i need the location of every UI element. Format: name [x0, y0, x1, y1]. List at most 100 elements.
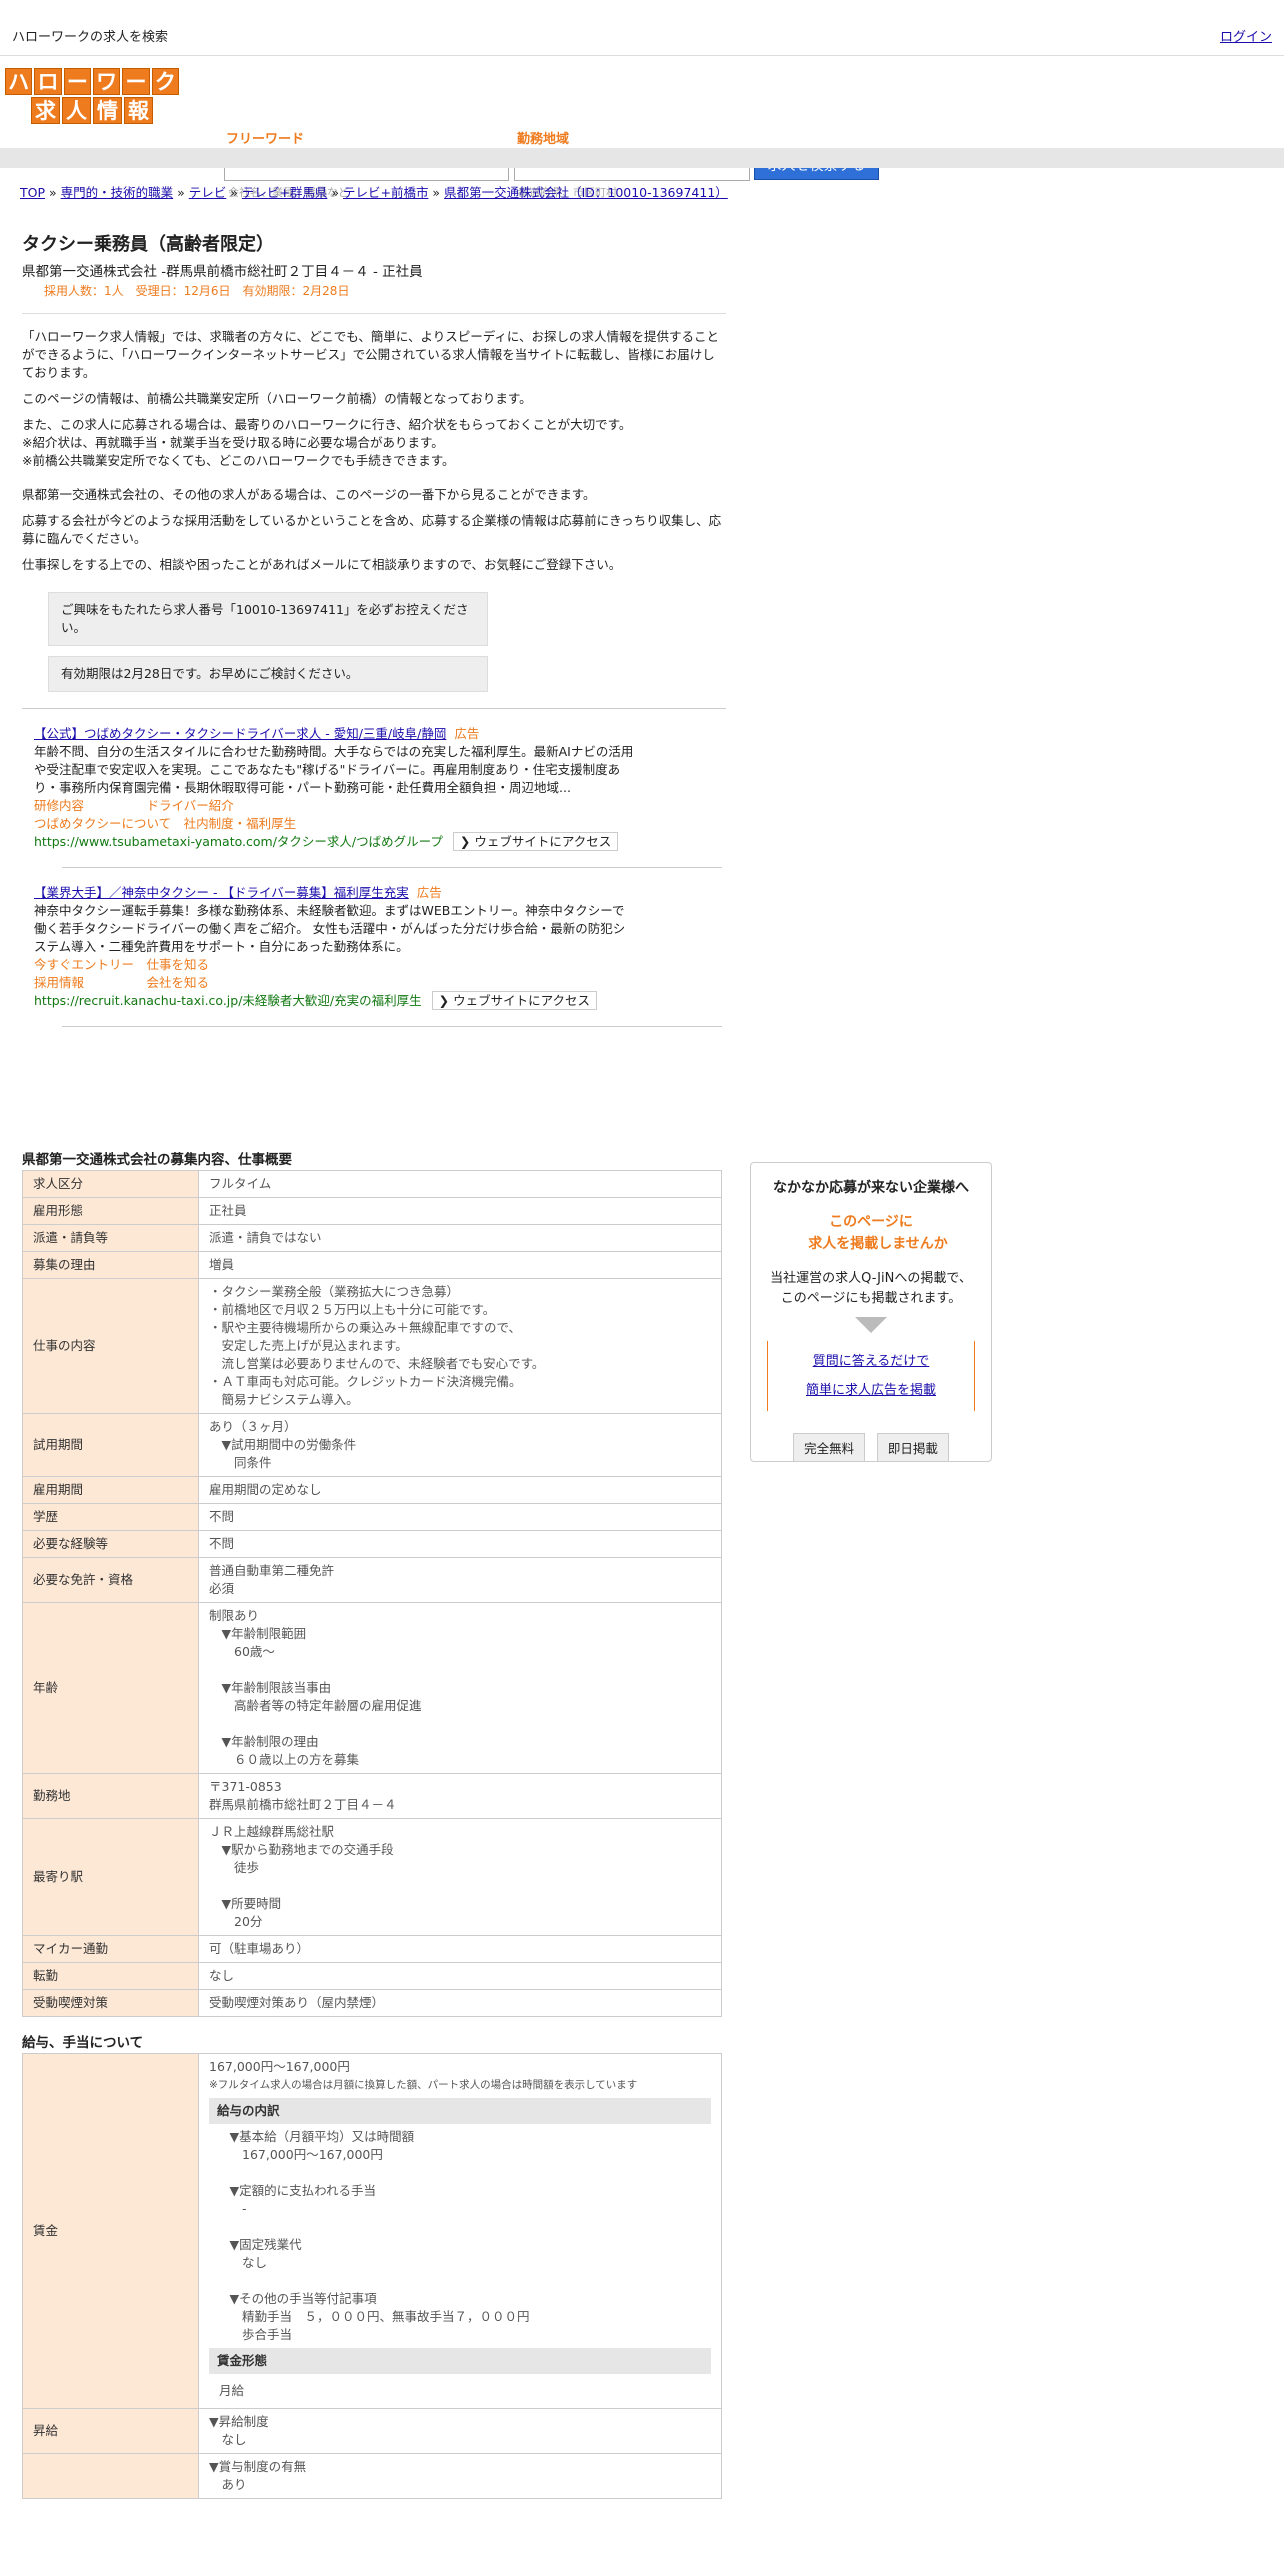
bonus-key: [22, 2453, 199, 2499]
wage-table: 賃金 167,000円〜167,000円 ※フルタイム求人の場合は月額に換算した…: [22, 2053, 722, 2499]
crumb-tv[interactable]: テレビ: [189, 185, 227, 200]
table-row: 学歴 不問: [22, 1503, 722, 1531]
note-job-number: ご興味をもたれたら求人番号「10010-13697411」を必ずお控えください。: [48, 592, 488, 646]
ad-1-visit-button[interactable]: ❯ ウェブサイトにアクセス: [452, 832, 619, 851]
row-key: 試用期間: [22, 1413, 199, 1477]
overview-table: 求人区分 フルタイム 雇用形態 正社員 派遣・請負等 派遣・請負ではない 募集の理由 増員 仕事…: [22, 1170, 722, 2017]
crumb-category[interactable]: 専門的・技術的職業: [61, 185, 174, 200]
bonus-value: ▼賞与制度の有無 あり: [198, 2453, 722, 2499]
ad-2-url[interactable]: https://recruit.kanachu-taxi.co.jp/未経験者大…: [34, 993, 422, 1008]
free-badge: 完全無料: [793, 1433, 866, 1462]
intro-1: 「ハローワーク求人情報」では、求職者の方々に、どこでも、簡単に、よりスピーディに…: [22, 329, 720, 380]
crumb-top[interactable]: TOP: [20, 185, 45, 200]
raise-value: ▼昇給制度 なし: [198, 2408, 722, 2454]
row-value: ＪＲ上越線群馬総社駅 ▼駅から勤務地までの交通手段 徒歩 ▼所要時間 20分: [198, 1818, 722, 1936]
same-day-badge: 即日掲載: [876, 1433, 949, 1462]
row-key: 学歴: [22, 1503, 199, 1531]
wage-key: 賃金: [22, 2053, 199, 2409]
advertise-catch: このページに 求人を掲載しませんか: [808, 1214, 948, 1252]
row-value: 〒371-0853 群馬県前橋市総社町２丁目４－４: [198, 1773, 722, 1819]
job-meta: 採用人数：1人 受理日：12月6日 有効期限：2月28日: [44, 284, 350, 298]
site-title: ハローワークの求人を検索: [12, 30, 169, 45]
table-row: 試用期間 あり（３ヶ月） ▼試用期間中の労働条件 同条件: [22, 1413, 722, 1477]
row-key: 転勤: [22, 1962, 199, 1990]
wage-range: 167,000円〜167,000円: [209, 2059, 350, 2074]
table-row: 雇用期間 雇用期間の定めなし: [22, 1476, 722, 1504]
row-value: 派遣・請負ではない: [198, 1224, 722, 1252]
intro-5: 応募する会社が今どのような採用活動をしているかということを含め、応募する企業様の…: [22, 513, 722, 546]
ad-2-link-1[interactable]: 今すぐエントリー 仕事を知る: [34, 956, 714, 974]
table-row: 昇給 ▼昇給制度 なし: [22, 2408, 722, 2454]
ad-1-body: 年齢不問、自分の生活スタイルに合わせた勤務時間。大手ならではの充実した福利厚生。…: [34, 744, 634, 795]
row-value: 制限あり ▼年齢制限範囲 60歳～ ▼年齢制限該当事由 高齢者等の特定年齢層の雇…: [198, 1602, 722, 1774]
ad-2-title[interactable]: 【業界大手】／神奈中タクシー - 【ドライバー募集】福利厚生充実: [34, 885, 409, 900]
advertise-heading: なかなか応募が来ない企業様へ: [773, 1180, 969, 1196]
ad-1-link-1[interactable]: 研修内容 ドライバー紹介: [34, 797, 714, 815]
row-value: 可（駐車場あり）: [198, 1935, 722, 1963]
table-row: 必要な経験等 不問: [22, 1530, 722, 1558]
row-value: 正社員: [198, 1197, 722, 1225]
row-value: フルタイム: [198, 1170, 722, 1198]
table-row: 最寄り駅 ＪＲ上越線群馬総社駅 ▼駅から勤務地までの交通手段 徒歩 ▼所要時間 2…: [22, 1818, 722, 1936]
hellowork-logo[interactable]: ハローワーク 求人情報: [4, 68, 180, 126]
area-label: 勤務地域: [517, 132, 570, 147]
row-value: ・タクシー業務全般（業務拡大につき急募） ・前橋地区で月収２５万円以上も十分に可…: [198, 1278, 722, 1414]
row-key: 受動喫煙対策: [22, 1989, 199, 2017]
crumb-tv-maebashi[interactable]: テレビ+前橋市: [343, 185, 428, 200]
ad-1: 【公式】つばめタクシー・タクシードライバー求人 - 愛知/三重/岐阜/静岡 広告 …: [34, 725, 714, 851]
table-row: 求人区分 フルタイム: [22, 1170, 722, 1198]
row-value: 普通自動車第二種免許 必須: [198, 1557, 722, 1603]
section-title-wage: 給与、手当について: [22, 2035, 144, 2051]
ad-2-link-2[interactable]: 採用情報 会社を知る: [34, 974, 714, 992]
row-value: 雇用期間の定めなし: [198, 1476, 722, 1504]
keyword-label: フリーワード: [226, 132, 305, 147]
advertise-box: なかなか応募が来ない企業様へ このページに 求人を掲載しませんか 当社運営の求人…: [750, 1162, 992, 1462]
row-key: 求人区分: [22, 1170, 199, 1198]
intro-4: 県都第一交通株式会社の、その他の求人がある場合は、このページの一番下から見ること…: [22, 487, 596, 502]
raise-key: 昇給: [22, 2408, 199, 2454]
row-value: 受動喫煙対策あり（屋内禁煙）: [198, 1989, 722, 2017]
job-title: タクシー乗務員（高齢者限定）: [22, 234, 274, 255]
row-key: 必要な免許・資格: [22, 1557, 199, 1603]
row-key: 勤務地: [22, 1773, 199, 1819]
table-row: 仕事の内容 ・タクシー業務全般（業務拡大につき急募） ・前橋地区で月収２５万円以上…: [22, 1278, 722, 1414]
ad-2: 【業界大手】／神奈中タクシー - 【ドライバー募集】福利厚生充実 広告 神奈中タク…: [34, 884, 714, 1010]
row-key: 雇用期間: [22, 1476, 199, 1504]
row-key: 雇用形態: [22, 1197, 199, 1225]
intro-2: このページの情報は、前橋公共職業安定所（ハローワーク前橋）の情報となっております…: [22, 391, 532, 406]
row-value: あり（３ヶ月） ▼試用期間中の労働条件 同条件: [198, 1413, 722, 1477]
row-key: 派遣・請負等: [22, 1224, 199, 1252]
table-row: 受動喫煙対策 受動喫煙対策あり（屋内禁煙）: [22, 1989, 722, 2017]
header: ハローワーク 求人情報 フリーワード 会社名、業種、職種など 勤務地域 都道府県…: [0, 56, 1284, 199]
wage-form-header: 賃金形態: [209, 2348, 711, 2374]
login-link[interactable]: ログイン: [1220, 26, 1272, 45]
ad-1-url[interactable]: https://www.tsubametaxi-yamato.com/タクシー求…: [34, 834, 443, 849]
ad-1-title[interactable]: 【公式】つばめタクシー・タクシードライバー求人 - 愛知/三重/岐阜/静岡: [34, 726, 446, 741]
table-row: 転勤 なし: [22, 1962, 722, 1990]
row-key: 最寄り駅: [22, 1818, 199, 1936]
intro-3: また、この求人に応募される場合は、最寄りのハローワークに行き、紹介状をもらってお…: [22, 417, 632, 468]
wage-breakdown: ▼基本給（月額平均）又は時間額 167,000円〜167,000円 ▼定額的に支…: [229, 2129, 530, 2342]
crumb-company[interactable]: 県都第一交通株式会社（ID：10010-13697411）: [444, 185, 728, 200]
wage-form: 月給: [219, 2383, 245, 2398]
table-row: ▼賞与制度の有無 あり: [22, 2453, 722, 2499]
row-value: 増員: [198, 1251, 722, 1279]
top-bar: ハローワークの求人を検索 ログイン: [0, 0, 1284, 56]
divider-bar: [0, 148, 1284, 168]
row-key: 仕事の内容: [22, 1278, 199, 1414]
table-row: マイカー通勤 可（駐車場あり）: [22, 1935, 722, 1963]
note-deadline: 有効期限は2月28日です。お早めにご検討ください。: [48, 656, 488, 692]
row-value: 不問: [198, 1503, 722, 1531]
intro-6: 仕事探しをする上での、相談や困ったことがあればメールにて相談承りますので、お気軽…: [22, 557, 622, 572]
section-title-overview: 県都第一交通株式会社の募集内容、仕事概要: [22, 1152, 292, 1168]
table-row: 必要な免許・資格 普通自動車第二種免許 必須: [22, 1557, 722, 1603]
advertise-link-2[interactable]: 簡単に求人広告を掲載: [806, 1383, 936, 1398]
company-line: 県都第一交通株式会社 -群馬県前橋市総社町２丁目４－４ - 正社員: [22, 264, 423, 280]
row-key: 募集の理由: [22, 1251, 199, 1279]
advertise-link-1[interactable]: 質問に答えるだけで: [813, 1354, 930, 1369]
ad-2-visit-button[interactable]: ❯ ウェブサイトにアクセス: [431, 991, 597, 1010]
table-row: 募集の理由 増員: [22, 1251, 722, 1279]
ad-2-body: 神奈中タクシー運転手募集！多様な勤務体系、未経験者歓迎。まずはWEBエントリー。…: [34, 903, 626, 954]
ad-1-link-2[interactable]: つばめタクシーについて 社内制度・福利厚生: [34, 815, 714, 833]
crumb-tv-gunma[interactable]: テレビ+群馬県: [242, 185, 327, 200]
